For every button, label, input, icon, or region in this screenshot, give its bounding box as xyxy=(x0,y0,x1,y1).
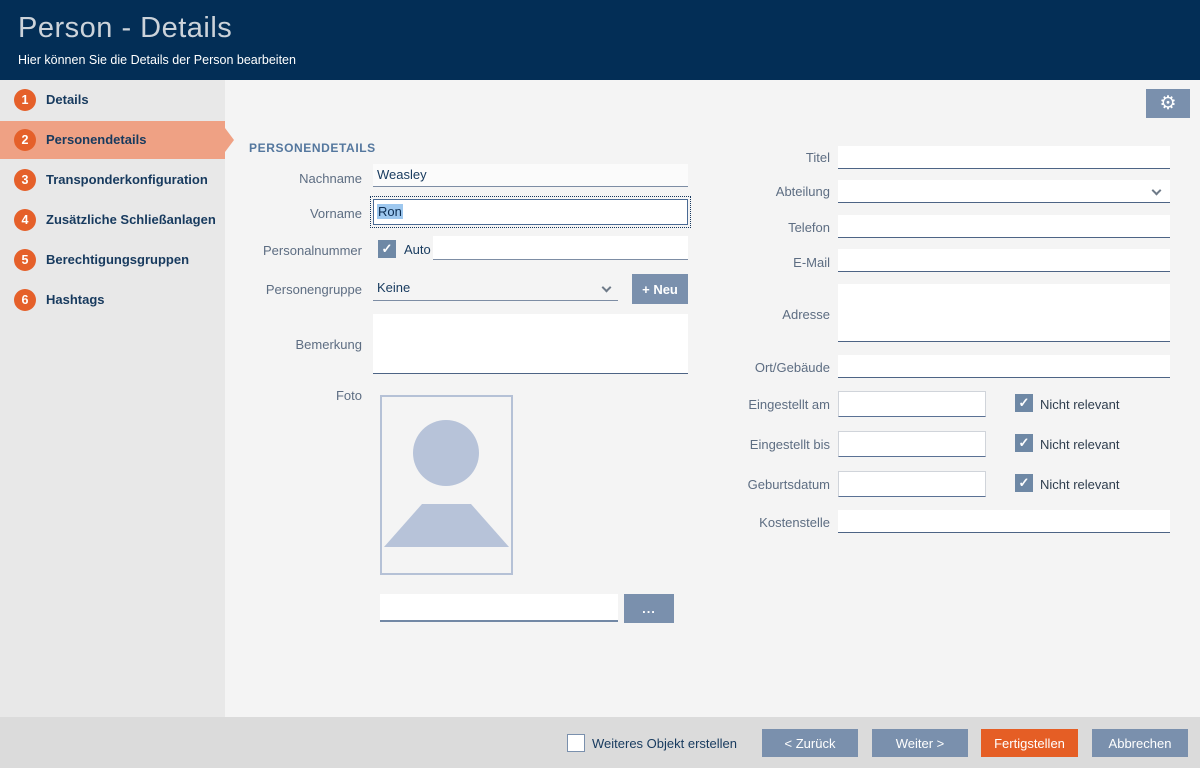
bemerkung-label: Bemerkung xyxy=(240,337,362,352)
page-subtitle: Hier können Sie die Details der Person b… xyxy=(18,53,296,67)
header-bar: Person - Details Hier können Sie die Det… xyxy=(0,0,1200,80)
chevron-down-icon xyxy=(602,283,612,293)
sidebar-step-personendetails[interactable]: 2 Personendetails xyxy=(0,121,225,159)
back-button[interactable]: < Zurück xyxy=(762,729,858,757)
telefon-input[interactable] xyxy=(838,215,1170,238)
create-another-checkbox[interactable] xyxy=(567,734,585,752)
auto-label: Auto xyxy=(404,242,431,257)
personalnummer-label: Personalnummer xyxy=(240,243,362,258)
chevron-down-icon xyxy=(1152,186,1162,196)
step-number-badge: 6 xyxy=(14,289,36,311)
geburtsdatum-input[interactable] xyxy=(838,471,986,497)
step-number-badge: 1 xyxy=(14,89,36,111)
footer-bar: Weiteres Objekt erstellen < Zurück Weite… xyxy=(0,717,1200,768)
vorname-input[interactable]: Ron xyxy=(373,199,688,225)
eingestellt-bis-not-relevant-checkbox[interactable]: ✓ xyxy=(1015,434,1033,452)
auto-checkbox[interactable]: ✓ xyxy=(378,240,396,258)
eingestellt-bis-input[interactable] xyxy=(838,431,986,457)
settings-button[interactable]: ⚙ xyxy=(1146,89,1190,118)
wizard-sidebar: 1 Details 2 Personendetails 3 Transponde… xyxy=(0,80,225,717)
sidebar-step-hashtags[interactable]: 6 Hashtags xyxy=(0,281,225,319)
eingestellt-am-not-relevant-checkbox[interactable]: ✓ xyxy=(1015,394,1033,412)
kostenstelle-label: Kostenstelle xyxy=(700,515,830,530)
email-input[interactable] xyxy=(838,249,1170,272)
sidebar-step-zusaetzliche-schliessanlagen[interactable]: 4 Zusätzliche Schließanlagen xyxy=(0,201,225,239)
step-label: Berechtigungsgruppen xyxy=(46,241,189,279)
personalnummer-input[interactable] xyxy=(433,236,688,260)
titel-label: Titel xyxy=(700,150,830,165)
step-label: Details xyxy=(46,81,89,119)
next-button[interactable]: Weiter > xyxy=(872,729,968,757)
create-another-label: Weiteres Objekt erstellen xyxy=(592,736,737,751)
ort-gebaeude-label: Ort/Gebäude xyxy=(700,360,830,375)
abteilung-label: Abteilung xyxy=(700,184,830,199)
avatar-silhouette-icon xyxy=(382,397,511,573)
check-icon: ✓ xyxy=(382,241,393,256)
vorname-label: Vorname xyxy=(240,206,362,221)
adresse-label: Adresse xyxy=(700,307,830,322)
step-number-badge: 2 xyxy=(14,129,36,151)
personengruppe-label: Personengruppe xyxy=(240,282,362,297)
check-icon: ✓ xyxy=(1019,395,1030,410)
step-number-badge: 3 xyxy=(14,169,36,191)
sidebar-step-berechtigungsgruppen[interactable]: 5 Berechtigungsgruppen xyxy=(0,241,225,279)
adresse-textarea[interactable] xyxy=(838,284,1170,342)
ort-gebaeude-input[interactable] xyxy=(838,355,1170,378)
geburtsdatum-not-relevant-checkbox[interactable]: ✓ xyxy=(1015,474,1033,492)
browse-button[interactable]: ... xyxy=(624,594,674,623)
step-label: Zusätzliche Schließanlagen xyxy=(46,201,216,239)
foto-path-input[interactable] xyxy=(380,594,618,622)
finish-button[interactable]: Fertigstellen xyxy=(981,729,1078,757)
cancel-button[interactable]: Abbrechen xyxy=(1092,729,1188,757)
eingestellt-am-label: Eingestellt am xyxy=(700,397,830,412)
eingestellt-bis-label: Eingestellt bis xyxy=(700,437,830,452)
nachname-label: Nachname xyxy=(240,171,362,186)
eingestellt-am-not-relevant-label: Nicht relevant xyxy=(1040,397,1119,412)
titel-input[interactable] xyxy=(838,146,1170,169)
check-icon: ✓ xyxy=(1019,475,1030,490)
bemerkung-textarea[interactable] xyxy=(373,314,688,374)
step-label: Personendetails xyxy=(46,121,146,159)
active-step-arrow xyxy=(225,128,234,152)
foto-label: Foto xyxy=(240,388,362,403)
gear-icon: ⚙ xyxy=(1159,93,1176,114)
kostenstelle-input[interactable] xyxy=(838,510,1170,533)
telefon-label: Telefon xyxy=(700,220,830,235)
section-title: PERSONENDETAILS xyxy=(249,141,376,155)
selected-text: Ron xyxy=(377,204,403,219)
eingestellt-am-input[interactable] xyxy=(838,391,986,417)
nachname-input[interactable]: Weasley xyxy=(373,164,688,187)
eingestellt-bis-not-relevant-label: Nicht relevant xyxy=(1040,437,1119,452)
neu-button[interactable]: + Neu xyxy=(632,274,688,304)
check-icon: ✓ xyxy=(1019,435,1030,450)
sidebar-step-transponderkonfiguration[interactable]: 3 Transponderkonfiguration xyxy=(0,161,225,199)
sidebar-step-details[interactable]: 1 Details xyxy=(0,81,225,119)
step-label: Transponderkonfiguration xyxy=(46,161,208,199)
page-title: Person - Details xyxy=(18,12,232,45)
personengruppe-value: Keine xyxy=(377,280,410,295)
personengruppe-select[interactable]: Keine xyxy=(373,277,618,301)
abteilung-select[interactable] xyxy=(838,180,1170,203)
photo-placeholder xyxy=(380,395,513,575)
email-label: E-Mail xyxy=(700,255,830,270)
step-number-badge: 5 xyxy=(14,249,36,271)
geburtsdatum-not-relevant-label: Nicht relevant xyxy=(1040,477,1119,492)
step-number-badge: 4 xyxy=(14,209,36,231)
step-label: Hashtags xyxy=(46,281,105,319)
geburtsdatum-label: Geburtsdatum xyxy=(700,477,830,492)
